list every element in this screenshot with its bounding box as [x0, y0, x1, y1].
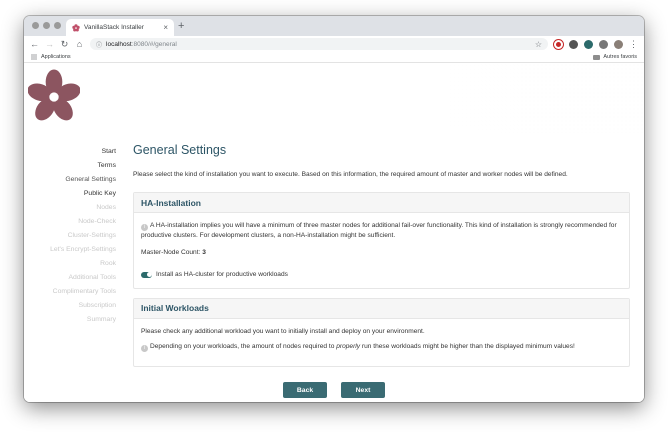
- reload-icon[interactable]: ↻: [60, 39, 69, 49]
- close-window-dot[interactable]: [32, 22, 39, 29]
- tab-bar: VanillaStack Installer × +: [24, 16, 644, 36]
- lock-icon: ⓘ: [96, 42, 103, 49]
- master-node-count-value: 3: [202, 248, 206, 256]
- star-icon[interactable]: ☆: [535, 40, 542, 49]
- bookmark-applications[interactable]: Applications: [41, 54, 71, 60]
- maximize-window-dot[interactable]: [54, 22, 61, 29]
- ha-info-message: A HA-installation implies you will have …: [141, 222, 617, 239]
- new-tab-button[interactable]: +: [178, 19, 184, 33]
- back-arrow-icon[interactable]: ←: [30, 39, 39, 49]
- browser-tab[interactable]: VanillaStack Installer ×: [66, 19, 174, 36]
- avatar[interactable]: [614, 39, 623, 49]
- sidebar-item-rook: Rook: [100, 260, 116, 267]
- bookmark-other-favorites[interactable]: Autres favoris: [603, 54, 637, 60]
- app-header: [24, 63, 644, 133]
- folder-icon: [593, 54, 601, 60]
- sidebar-item-cluster-settings: Cluster-Settings: [67, 232, 116, 239]
- browser-toolbar: ← → ↻ ⌂ ⓘ localhost :8080/#/general ☆ ⋮: [24, 36, 644, 52]
- sidebar-item-subscription: Subscription: [78, 302, 116, 309]
- sidebar-item-lets-encrypt-settings: Let's Encrypt-Settings: [50, 246, 116, 253]
- main-panel: General Settings Please select the kind …: [133, 143, 630, 376]
- vanillastack-flower-logo: [28, 69, 80, 121]
- browser-window: VanillaStack Installer × + ← → ↻ ⌂ ⓘ loc…: [24, 16, 644, 402]
- steps-sidebar: Start Terms General Settings Public Key …: [24, 145, 116, 327]
- sidebar-item-public-key[interactable]: Public Key: [24, 187, 116, 201]
- sidebar-item-nodes: Nodes: [96, 204, 116, 211]
- pocket-extension-icon[interactable]: [554, 39, 563, 49]
- info-icon: i: [141, 345, 148, 352]
- next-button[interactable]: Next: [341, 382, 385, 398]
- ha-installation-card: HA-Installation iA HA-installation impli…: [133, 192, 630, 289]
- extension-icon[interactable]: [584, 39, 593, 49]
- workloads-text: Please check any additional workload you…: [141, 327, 425, 335]
- ha-toggle-label: Install as HA-cluster for productive wor…: [156, 271, 288, 278]
- initial-workloads-card: Initial Workloads Please check any addit…: [133, 297, 630, 367]
- page-content: Start Terms General Settings Public Key …: [24, 63, 644, 402]
- initial-workloads-heading: Initial Workloads: [134, 298, 629, 319]
- forward-arrow-icon[interactable]: →: [45, 39, 54, 49]
- apps-grid-icon: [31, 54, 37, 60]
- ha-info-text: iA HA-installation implies you will have…: [141, 221, 622, 241]
- sidebar-item-node-check: Node-Check: [78, 218, 116, 225]
- workloads-info-text-end: run these workloads might be higher than…: [360, 343, 575, 350]
- sidebar-item-complimentary-tools: Complimentary Tools: [52, 288, 116, 295]
- master-node-count: Master-Node Count: 3: [141, 248, 622, 258]
- page-title: General Settings: [133, 143, 227, 157]
- sidebar-item-terms[interactable]: Terms: [24, 159, 116, 173]
- intro-text: Please select the kind of installation y…: [133, 171, 568, 178]
- wizard-footer: Back Next: [24, 378, 644, 402]
- ha-toggle-row: Install as HA-cluster for productive wor…: [141, 270, 622, 280]
- ha-cluster-toggle[interactable]: [141, 271, 152, 278]
- url-path: :8080/#/general: [131, 40, 177, 48]
- workloads-info-text: Depending on your workloads, the amount …: [150, 343, 337, 350]
- sidebar-item-general-settings[interactable]: General Settings: [24, 173, 116, 187]
- info-icon: i: [141, 224, 148, 231]
- menu-kebab-icon[interactable]: ⋮: [629, 39, 638, 49]
- sidebar-item-start[interactable]: Start: [24, 145, 116, 159]
- puzzle-extension-icon[interactable]: [599, 39, 608, 49]
- ha-installation-heading: HA-Installation: [134, 193, 629, 213]
- url-host: localhost: [106, 40, 132, 48]
- sidebar-item-summary: Summary: [86, 316, 116, 323]
- workloads-info-emphasis: properly: [336, 343, 361, 350]
- minimize-window-dot[interactable]: [43, 22, 50, 29]
- sidebar-item-additional-tools: Additional Tools: [68, 274, 117, 281]
- home-icon[interactable]: ⌂: [75, 39, 84, 49]
- back-button[interactable]: Back: [283, 382, 327, 398]
- tab-title: VanillaStack Installer: [84, 24, 144, 31]
- favicon-flower-icon: [72, 23, 80, 32]
- workloads-info: i Depending on your workloads, the amount…: [141, 342, 622, 352]
- tab-close-icon[interactable]: ×: [163, 23, 168, 32]
- bookmarks-bar: Applications Autres favoris: [24, 52, 644, 63]
- master-node-count-label: Master-Node Count:: [141, 248, 203, 256]
- address-bar[interactable]: ⓘ localhost :8080/#/general ☆: [90, 38, 548, 50]
- extension-icon[interactable]: [569, 39, 578, 49]
